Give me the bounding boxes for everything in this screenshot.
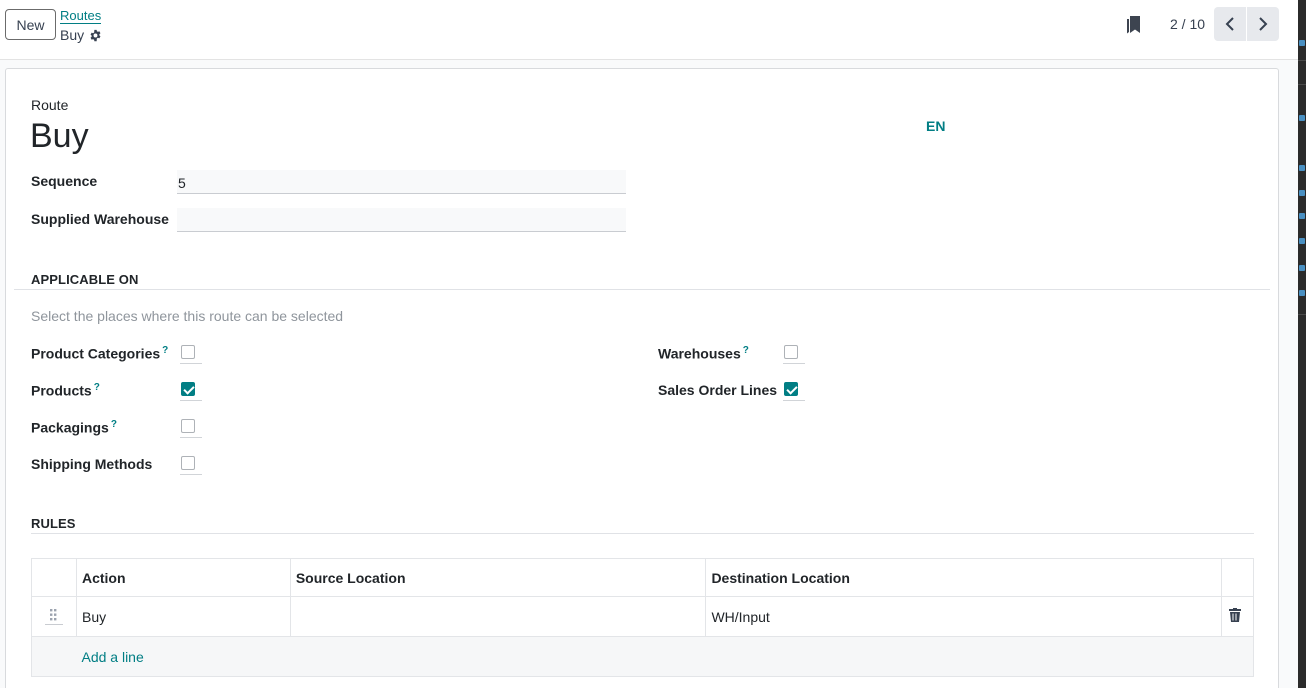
applicable-on-title: APPLICABLE ON	[31, 272, 139, 287]
route-name-field[interactable]: Buy	[30, 117, 89, 156]
chevron-right-icon	[1259, 17, 1268, 31]
rules-title: RULES	[31, 516, 76, 531]
product-categories-checkbox-wrap	[180, 342, 202, 364]
handle-column-header	[31, 558, 77, 597]
column-header-source-location[interactable]: Source Location	[290, 558, 707, 597]
cell-source-location[interactable]	[290, 596, 707, 637]
supplied-warehouse-input[interactable]	[177, 208, 626, 232]
chevron-left-icon	[1225, 17, 1234, 31]
cell-action[interactable]: Buy	[76, 596, 291, 637]
add-line-row: Add a line	[31, 636, 1254, 677]
rules-table: Action Source Location Destination Locat…	[31, 558, 1254, 677]
table-row[interactable]: Buy WH/Input	[31, 596, 1254, 637]
shipping-methods-label: Shipping Methods	[31, 456, 153, 472]
products-checkbox[interactable]	[181, 382, 195, 396]
warehouses-checkbox[interactable]	[784, 345, 798, 359]
row-actions-cell	[1221, 596, 1254, 637]
section-divider	[14, 289, 1270, 290]
drag-handle-icon[interactable]	[43, 605, 63, 625]
shipping-methods-checkbox[interactable]	[181, 456, 195, 470]
help-tooltip-icon[interactable]: ?	[743, 345, 749, 356]
control-panel: New Routes Buy 2 / 10	[0, 0, 1298, 60]
pager-value[interactable]: 2 / 10	[1170, 16, 1205, 32]
route-label: Route	[31, 97, 69, 113]
breadcrumb-current-label: Buy	[60, 27, 85, 43]
language-button[interactable]: EN	[926, 118, 945, 134]
supplied-warehouse-label: Supplied Warehouse	[31, 211, 169, 227]
gear-icon[interactable]	[89, 29, 102, 42]
breadcrumb-routes-link[interactable]: Routes	[60, 8, 102, 24]
sequence-input[interactable]	[177, 170, 626, 194]
sales-order-lines-checkbox-wrap	[783, 379, 805, 401]
column-header-destination-location[interactable]: Destination Location	[705, 558, 1222, 597]
help-tooltip-icon[interactable]: ?	[162, 345, 168, 356]
drag-handle-cell	[31, 596, 77, 637]
packagings-label: Packagings?	[31, 419, 117, 436]
cell-destination-location[interactable]: WH/Input	[705, 596, 1222, 637]
applicable-on-hint: Select the places where this route can b…	[31, 308, 344, 324]
help-tooltip-icon[interactable]: ?	[94, 382, 100, 393]
adjacent-window-edge	[1298, 0, 1306, 688]
add-a-line-link[interactable]: Add a line	[81, 649, 143, 665]
table-header-row: Action Source Location Destination Locat…	[31, 558, 1254, 597]
warehouses-checkbox-wrap	[783, 342, 805, 364]
packagings-checkbox[interactable]	[181, 419, 195, 433]
breadcrumb-current: Buy	[60, 27, 102, 43]
actions-column-header	[1221, 558, 1254, 597]
packagings-checkbox-wrap	[180, 416, 202, 438]
sequence-label: Sequence	[31, 173, 98, 189]
new-button[interactable]: New	[5, 9, 56, 40]
shipping-methods-checkbox-wrap	[180, 453, 202, 475]
bookmark-icon[interactable]	[1126, 16, 1142, 34]
section-divider	[31, 533, 1254, 534]
pager-previous-button[interactable]	[1214, 7, 1246, 41]
product-categories-checkbox[interactable]	[181, 345, 195, 359]
help-tooltip-icon[interactable]: ?	[111, 419, 117, 430]
products-label: Products?	[31, 382, 100, 399]
products-checkbox-wrap	[180, 379, 202, 401]
sales-order-lines-label: Sales Order Lines	[658, 382, 778, 398]
sales-order-lines-checkbox[interactable]	[784, 382, 798, 396]
warehouses-label: Warehouses?	[658, 345, 749, 362]
form-sheet: Route Buy EN Sequence Supplied Warehouse…	[5, 68, 1279, 688]
column-header-action[interactable]: Action	[76, 558, 291, 597]
pager-next-button[interactable]	[1247, 7, 1279, 41]
trash-icon[interactable]	[1228, 608, 1242, 622]
product-categories-label: Product Categories?	[31, 345, 169, 362]
